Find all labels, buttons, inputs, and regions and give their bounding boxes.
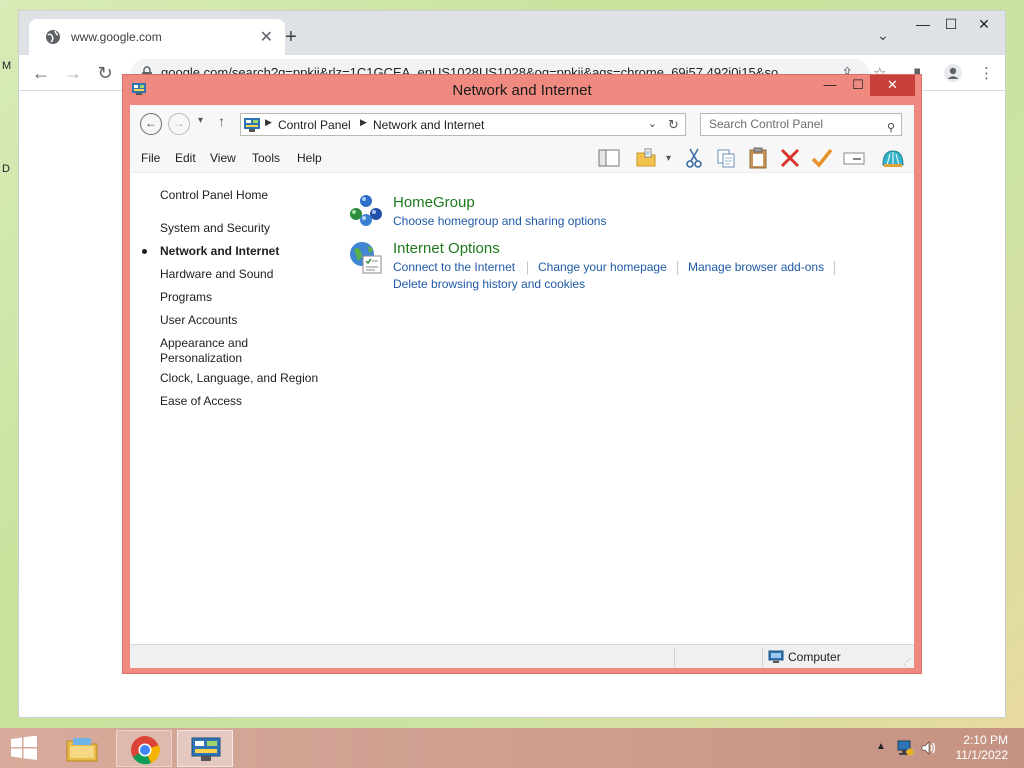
sidebar-item-system-and-security[interactable]: System and Security xyxy=(160,221,270,236)
network-tray-icon[interactable] xyxy=(896,739,914,757)
rename-icon[interactable] xyxy=(842,147,866,169)
menu-view[interactable]: View xyxy=(210,151,236,165)
back-button[interactable]: ← xyxy=(140,113,162,135)
link-change-homepage[interactable]: Change your homepage xyxy=(538,260,667,274)
sidebar-item-user-accounts[interactable]: User Accounts xyxy=(160,313,237,328)
sidebar-item-ease-of-access[interactable]: Ease of Access xyxy=(160,394,242,409)
desktop-peek-top: M xyxy=(2,60,12,72)
category-title-homegroup[interactable]: HomeGroup xyxy=(393,194,475,211)
profile-avatar-icon[interactable] xyxy=(943,63,963,83)
shell-icon[interactable] xyxy=(881,147,905,169)
menu-bar: File Edit View Tools Help ▾ xyxy=(130,143,914,173)
link-separator xyxy=(834,261,835,275)
globe-icon xyxy=(46,30,60,44)
breadcrumb-separator-icon[interactable]: ▶ xyxy=(360,117,367,128)
paste-icon[interactable] xyxy=(746,147,770,169)
control-panel-icon xyxy=(244,118,260,132)
internet-options-icon[interactable] xyxy=(348,239,384,275)
link-connect-to-internet[interactable]: Connect to the Internet xyxy=(393,260,515,274)
window-minimize-button[interactable]: — xyxy=(817,75,843,96)
chrome-tab-google[interactable]: www.google.com ✕ xyxy=(29,19,285,55)
menu-file[interactable]: File xyxy=(141,151,160,165)
breadcrumb-control-panel[interactable]: Control Panel xyxy=(278,118,351,132)
search-input[interactable]: Search Control Panel ⚲ xyxy=(700,113,902,136)
copy-icon[interactable] xyxy=(714,147,738,169)
speaker-volume-icon[interactable] xyxy=(920,739,938,757)
breadcrumb-network-and-internet[interactable]: Network and Internet xyxy=(373,118,484,132)
link-separator xyxy=(527,261,528,275)
link-separator xyxy=(677,261,678,275)
status-location: Computer xyxy=(788,650,841,664)
breadcrumb-separator-icon[interactable]: ▶ xyxy=(265,117,272,128)
chrome-icon xyxy=(131,736,160,765)
new-tab-button[interactable]: + xyxy=(279,26,303,50)
control-panel-icon xyxy=(191,737,221,761)
sidebar-item-network-and-internet[interactable]: Network and Internet xyxy=(160,244,279,259)
chrome-close-button[interactable]: ✕ xyxy=(969,13,999,37)
taskbar: ▲ 2:10 PM 11/1/2022 xyxy=(0,728,1024,768)
folder-view-icon[interactable] xyxy=(635,147,659,169)
active-bullet-icon xyxy=(142,249,147,254)
up-arrow-icon[interactable]: ↑ xyxy=(218,113,225,129)
taskbar-file-explorer[interactable] xyxy=(54,730,110,767)
forward-arrow-icon[interactable]: → xyxy=(61,63,85,84)
address-dropdown-icon[interactable]: ⌄ xyxy=(648,117,657,130)
search-placeholder: Search Control Panel xyxy=(709,117,824,131)
window-maximize-button[interactable]: ☐ xyxy=(845,75,871,96)
status-divider xyxy=(762,647,763,667)
file-explorer-icon xyxy=(66,738,98,762)
clock-date: 11/1/2022 xyxy=(955,748,1009,762)
link-manage-add-ons[interactable]: Manage browser add-ons xyxy=(688,260,824,274)
taskbar-control-panel[interactable] xyxy=(177,730,233,767)
computer-icon xyxy=(768,650,784,663)
recent-locations-chevron-icon[interactable]: ▾ xyxy=(198,115,203,126)
folder-view-dropdown-icon[interactable]: ▾ xyxy=(666,153,671,164)
status-divider xyxy=(674,647,675,667)
tray-overflow-arrow-icon[interactable]: ▲ xyxy=(876,741,886,752)
link-delete-browsing-history[interactable]: Delete browsing history and cookies xyxy=(393,277,585,291)
refresh-button[interactable]: ↻ xyxy=(662,113,686,136)
chrome-maximize-button[interactable]: ☐ xyxy=(937,13,965,37)
taskbar-clock[interactable]: 2:10 PM 11/1/2022 xyxy=(956,733,1009,763)
window-title: Network and Internet xyxy=(452,82,592,99)
address-toolbar: ← → ▾ ↑ ▶ Control Panel ▶ Network and In… xyxy=(130,105,914,143)
desktop-peek-mid: D xyxy=(2,163,10,175)
properties-check-icon[interactable] xyxy=(810,147,834,169)
taskbar-chrome[interactable] xyxy=(116,730,172,767)
sidebar-item-appearance-and-personalization[interactable]: Appearance and Personalization xyxy=(160,336,248,366)
sidebar-control-panel-home[interactable]: Control Panel Home xyxy=(160,188,268,203)
sidebar-item-clock-language-region[interactable]: Clock, Language, and Region xyxy=(160,371,318,386)
chrome-minimize-button[interactable]: — xyxy=(909,13,937,37)
reload-icon[interactable]: ↻ xyxy=(93,63,117,84)
control-panel-window: Network and Internet — ☐ ✕ ← → ▾ ↑ ▶ Con… xyxy=(122,74,922,674)
menu-help[interactable]: Help xyxy=(297,151,322,165)
more-menu-icon[interactable]: ⋮ xyxy=(979,64,994,82)
window-close-button[interactable]: ✕ xyxy=(870,75,915,96)
layout-icon[interactable] xyxy=(597,147,621,169)
sidebar-item-hardware-and-sound[interactable]: Hardware and Sound xyxy=(160,267,273,282)
window-client: ← → ▾ ↑ ▶ Control Panel ▶ Network and In… xyxy=(130,105,914,668)
menu-edit[interactable]: Edit xyxy=(175,151,196,165)
close-tab-icon[interactable]: ✕ xyxy=(260,27,273,47)
tab-search-chevron-icon[interactable]: ⌄ xyxy=(877,27,889,44)
status-bar: Computer ⋰ xyxy=(130,644,914,668)
link-choose-homegroup[interactable]: Choose homegroup and sharing options xyxy=(393,214,606,228)
windows-start-icon[interactable] xyxy=(10,736,38,760)
window-titlebar[interactable]: Network and Internet — ☐ ✕ xyxy=(123,75,921,105)
category-title-internet-options[interactable]: Internet Options xyxy=(393,240,500,257)
resize-grip-icon[interactable]: ⋰ xyxy=(903,657,911,666)
cut-icon[interactable] xyxy=(682,147,706,169)
forward-button[interactable]: → xyxy=(168,113,190,135)
delete-icon[interactable] xyxy=(778,147,802,169)
address-bar[interactable]: ▶ Control Panel ▶ Network and Internet ⌄ xyxy=(240,113,686,136)
chrome-tab-title: www.google.com xyxy=(71,30,162,44)
sidebar-item-programs[interactable]: Programs xyxy=(160,290,212,305)
menu-tools[interactable]: Tools xyxy=(252,151,280,165)
homegroup-icon[interactable] xyxy=(348,192,384,228)
back-arrow-icon[interactable]: ← xyxy=(29,63,53,84)
clock-time: 2:10 PM xyxy=(963,733,1008,747)
chrome-tab-strip: www.google.com ✕ + ⌄ — ☐ ✕ xyxy=(19,11,1005,55)
search-icon[interactable]: ⚲ xyxy=(887,118,895,139)
